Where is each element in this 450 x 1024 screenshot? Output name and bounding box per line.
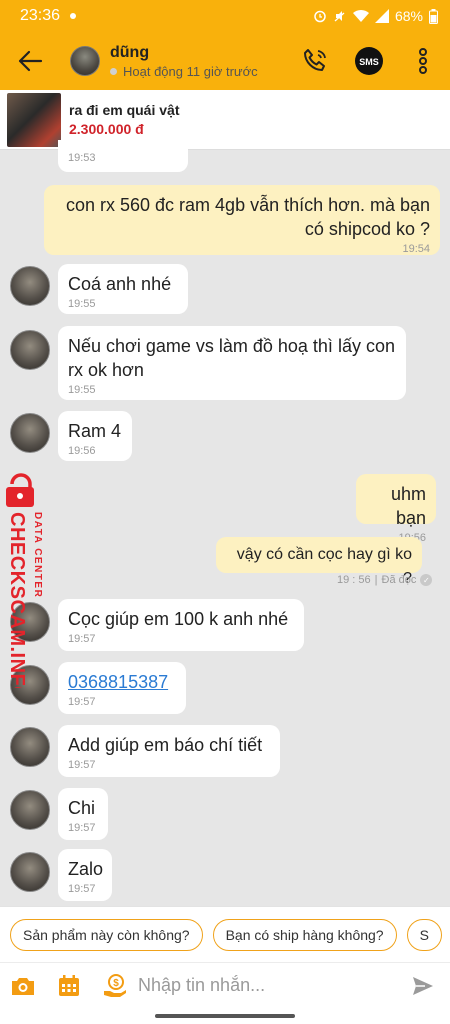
- quick-reply-chip[interactable]: Bạn có ship hàng không?: [212, 918, 397, 951]
- chat-header: dũng Hoạt động 11 giờ trước SMS: [0, 32, 450, 90]
- message-bubble-incoming[interactable]: Cọc giúp em 100 k anh nhé 19:57: [58, 599, 304, 651]
- message-text: Coá anh nhé: [68, 274, 172, 294]
- send-button[interactable]: [400, 963, 446, 1009]
- product-price: 2.300.000 đ: [69, 121, 144, 137]
- message-time: 19:57: [68, 633, 96, 645]
- sms-icon: SMS: [355, 47, 383, 75]
- phone-number-link[interactable]: 0368815387: [68, 670, 176, 694]
- system-nav-bar: [0, 1008, 450, 1024]
- sender-avatar[interactable]: [10, 266, 50, 306]
- message-text: Nếu chơi game vs làm đồ hoạ thì lấy con …: [68, 336, 395, 380]
- phone-icon: [304, 49, 326, 71]
- sender-avatar[interactable]: [10, 413, 50, 453]
- message-time: 19:57: [68, 822, 96, 834]
- padlock-keyhole: [17, 493, 23, 499]
- home-indicator[interactable]: [155, 1014, 295, 1018]
- read-check-icon: ✓: [420, 574, 433, 586]
- message-bubble-incoming[interactable]: 19:53: [58, 140, 188, 172]
- wifi-icon: [352, 9, 369, 22]
- battery-icon: [429, 8, 438, 24]
- message-bubble-incoming[interactable]: Add giúp em báo chí tiết 19:57: [58, 725, 280, 777]
- message-input[interactable]: [138, 965, 400, 1006]
- message-bubble-outgoing[interactable]: vậy có cần cọc hay gì ko ?: [216, 537, 422, 587]
- send-icon: [413, 976, 433, 995]
- contact-info[interactable]: dũng Hoạt động 11 giờ trước: [110, 44, 258, 79]
- message-text: con rx 560 đc ram 4gb vẫn thích hơn. mà …: [65, 195, 430, 239]
- camera-button[interactable]: [0, 963, 46, 1009]
- message-bubble-incoming[interactable]: Ram 4 19:56: [58, 411, 132, 461]
- message-time: 19:55: [68, 298, 96, 310]
- payment-button[interactable]: $: [92, 963, 138, 1009]
- contact-activity: Hoạt động 11 giờ trước: [110, 64, 258, 79]
- message-text: Cọc giúp em 100 k anh nhé: [68, 609, 289, 629]
- message-time: 19:54: [402, 243, 430, 255]
- message-composer: $: [0, 962, 450, 1008]
- camera-icon: [12, 977, 34, 995]
- message-time: 19 : 56: [337, 574, 371, 586]
- more-vertical-icon: [419, 48, 427, 74]
- padlock-icon: [10, 473, 32, 489]
- product-name: ra đi em quái vật: [69, 102, 180, 118]
- message-time: 19:56: [68, 445, 96, 457]
- message-bubble-incoming[interactable]: Nếu chơi game vs làm đồ hoạ thì lấy con …: [58, 326, 406, 400]
- calendar-icon: [59, 974, 79, 996]
- quick-replies-bar: Sản phẩm này còn không? Bạn có ship hàng…: [0, 906, 450, 962]
- contact-name: dũng: [110, 43, 150, 61]
- status-right: 68%: [313, 8, 438, 24]
- message-text: Zalo: [68, 859, 104, 879]
- alarm-icon: [314, 10, 326, 23]
- signal-icon: [374, 9, 389, 23]
- checkscam-watermark: DATA CENTER CHECKSCAM.INFO: [6, 473, 43, 688]
- contact-avatar[interactable]: [70, 46, 100, 76]
- back-button[interactable]: [0, 32, 60, 90]
- sender-avatar[interactable]: [10, 790, 50, 830]
- svg-text:$: $: [113, 978, 119, 989]
- message-text: Ram 4: [68, 421, 122, 441]
- message-time: 19:57: [68, 759, 96, 771]
- message-bubble-outgoing[interactable]: uhm bạn 19:56: [356, 474, 436, 544]
- message-text: Chi: [68, 798, 96, 818]
- message-text: uhm bạn: [390, 484, 426, 528]
- money-hand-icon: $: [104, 973, 126, 997]
- message-status: 19 : 56 | Đã đọc ✓: [337, 574, 433, 586]
- product-thumbnail: [7, 92, 61, 147]
- message-text: Add giúp em báo chí tiết: [68, 735, 263, 755]
- call-button[interactable]: [288, 32, 342, 90]
- activity-text: Hoạt động 11 giờ trước: [123, 63, 258, 79]
- message-bubble-incoming[interactable]: Zalo 19:57: [58, 849, 112, 901]
- message-time: 19:53: [68, 152, 96, 164]
- status-time: 23:36: [20, 7, 61, 24]
- sender-avatar[interactable]: [10, 727, 50, 767]
- sender-avatar[interactable]: [10, 330, 50, 370]
- sms-button[interactable]: SMS: [342, 32, 396, 90]
- quick-reply-chip[interactable]: S: [406, 918, 442, 951]
- message-bubble-incoming[interactable]: 0368815387 19:57: [58, 662, 186, 714]
- quick-reply-chip[interactable]: Sản phẩm này còn không?: [10, 918, 203, 951]
- more-options-button[interactable]: [396, 32, 450, 90]
- watermark-line1: DATA CENTER: [32, 512, 43, 598]
- message-bubble-outgoing[interactable]: con rx 560 đc ram 4gb vẫn thích hơn. mà …: [44, 185, 440, 255]
- offline-dot-icon: [110, 67, 117, 75]
- calendar-button[interactable]: [46, 963, 92, 1009]
- read-status: Đã đọc: [381, 574, 417, 586]
- sender-avatar[interactable]: [10, 852, 50, 892]
- message-time: 19:57: [68, 883, 96, 895]
- message-time: 19:55: [68, 384, 96, 396]
- message-bubble-incoming[interactable]: Chi 19:57: [58, 788, 108, 840]
- battery-percent: 68%: [394, 8, 423, 24]
- sms-label: SMS: [359, 57, 379, 67]
- message-bubble-incoming[interactable]: Coá anh nhé 19:55: [58, 264, 188, 314]
- status-bar: 23:36 68%: [0, 0, 450, 32]
- message-time: 19:57: [68, 696, 96, 708]
- notification-dot-icon: [70, 13, 77, 19]
- watermark-line2: CHECKSCAM.INFO: [6, 512, 28, 688]
- arrow-left-icon: [18, 50, 43, 72]
- mute-icon: [334, 11, 345, 22]
